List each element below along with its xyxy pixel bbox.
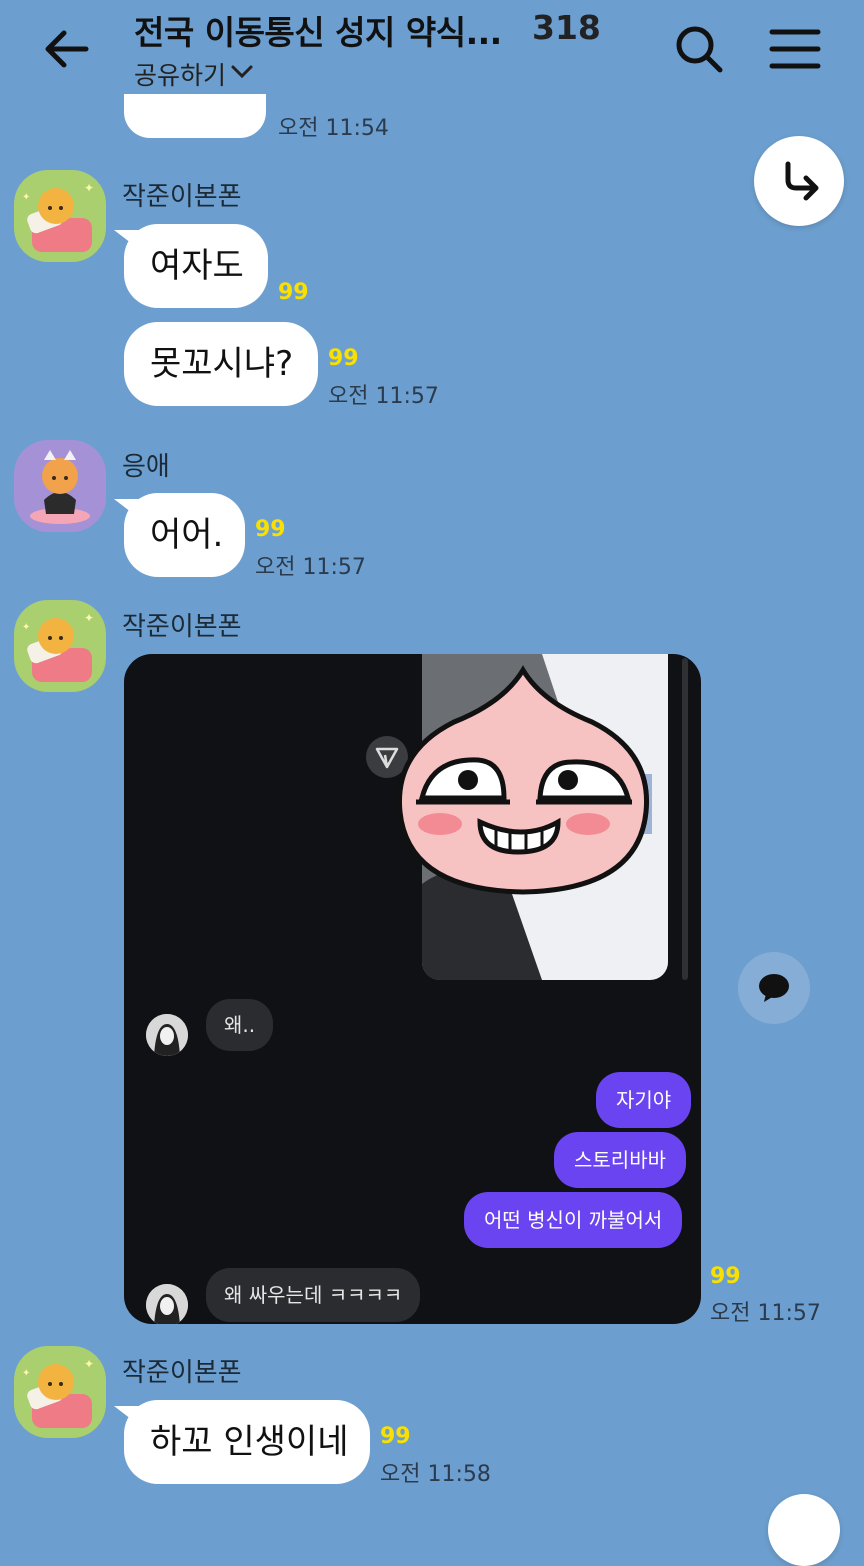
svg-text:✦: ✦ xyxy=(84,181,94,195)
share-label: 공유하기 xyxy=(134,61,227,90)
svg-text:✦: ✦ xyxy=(22,1368,30,1379)
message-text: 못꼬시냐? xyxy=(150,344,294,384)
unread-count: 99 xyxy=(710,1264,741,1289)
search-icon[interactable] xyxy=(672,22,726,76)
dm-incoming-message: 왜.. xyxy=(206,999,274,1051)
menu-icon[interactable] xyxy=(768,24,822,74)
scroll-to-bottom-button[interactable] xyxy=(754,136,844,226)
unread-count: 99 xyxy=(255,517,286,542)
dm-outgoing-message: 자기야 xyxy=(596,1072,692,1128)
share-dropdown[interactable]: 공유하기 xyxy=(134,56,254,92)
sleeping-character-icon: ✦ ✦ xyxy=(22,1357,94,1428)
message-time: 오전 11:58 xyxy=(380,1462,491,1487)
message-bubble[interactable]: 하꼬 인생이네 xyxy=(114,1400,370,1484)
message-time: 오전 11:57 xyxy=(328,384,439,409)
avatar[interactable]: ✦ ✦ xyxy=(14,170,106,262)
return-arrow-icon xyxy=(785,161,819,201)
message-time: 오전 11:57 xyxy=(710,1301,821,1326)
avatar[interactable]: ✦ ✦ xyxy=(14,1346,106,1438)
dm-avatar xyxy=(146,1014,188,1056)
message-text: 여자도 xyxy=(150,246,244,286)
svg-text:✦: ✦ xyxy=(84,1357,94,1371)
unread-count: 99 xyxy=(380,1424,411,1449)
dm-avatar xyxy=(146,1284,188,1324)
unread-count: 99 xyxy=(278,280,309,305)
message-time: 오전 11:54 xyxy=(278,116,389,141)
back-arrow-icon[interactable] xyxy=(40,22,94,76)
unread-count: 99 xyxy=(328,346,359,371)
share-image-button[interactable] xyxy=(738,952,810,1024)
speech-bubble-icon xyxy=(759,974,789,1002)
dm-outgoing-message: 어떤 병신이 까불어서 xyxy=(464,1192,683,1248)
bottom-floating-button[interactable] xyxy=(768,1494,840,1566)
sender-name: 작준이본폰 xyxy=(122,1358,242,1388)
svg-text:✦: ✦ xyxy=(22,622,30,633)
avatar[interactable] xyxy=(14,440,106,532)
message-time: 오전 11:57 xyxy=(255,555,366,580)
message-text: 하꼬 인생이네 xyxy=(150,1422,349,1462)
sender-name: 작준이본폰 xyxy=(122,182,242,212)
scroll-indicator xyxy=(682,658,688,980)
peach-sticker-icon xyxy=(392,662,654,902)
member-count: 318 xyxy=(532,8,601,47)
dm-incoming-message: 왜 싸우는데 ㅋㅋㅋㅋ xyxy=(206,1268,421,1322)
image-message[interactable]: 왜.. 자기야 스토리바바 어떤 병신이 까불어서 왜 싸우는데 ㅋㅋㅋㅋ xyxy=(124,654,701,1324)
chat-room-title[interactable]: 전국 이동통신 성지 약식... xyxy=(134,6,502,54)
message-text: 어어. xyxy=(150,515,224,555)
avatar[interactable]: ✦ ✦ xyxy=(14,600,106,692)
sleeping-character-icon: ✦ ✦ xyxy=(22,181,94,252)
sender-name: 작준이본폰 xyxy=(122,612,242,642)
message-bubble[interactable]: 못꼬시냐? xyxy=(124,322,318,406)
message-bubble[interactable]: 여자도 xyxy=(114,224,268,308)
svg-text:✦: ✦ xyxy=(22,192,30,203)
sleeping-character-icon: ✦ ✦ xyxy=(22,611,94,682)
message-bubble[interactable]: 어어. xyxy=(114,493,245,577)
chevron-down-icon xyxy=(230,59,254,89)
svg-text:✦: ✦ xyxy=(84,611,94,625)
chat-header: 전국 이동통신 성지 약식... 318 공유하기 xyxy=(0,0,864,100)
sender-name: 응애 xyxy=(122,452,170,482)
dm-outgoing-message: 스토리바바 xyxy=(554,1132,686,1188)
message-bubble-cropped[interactable] xyxy=(124,94,266,138)
lion-character-icon xyxy=(30,450,90,524)
